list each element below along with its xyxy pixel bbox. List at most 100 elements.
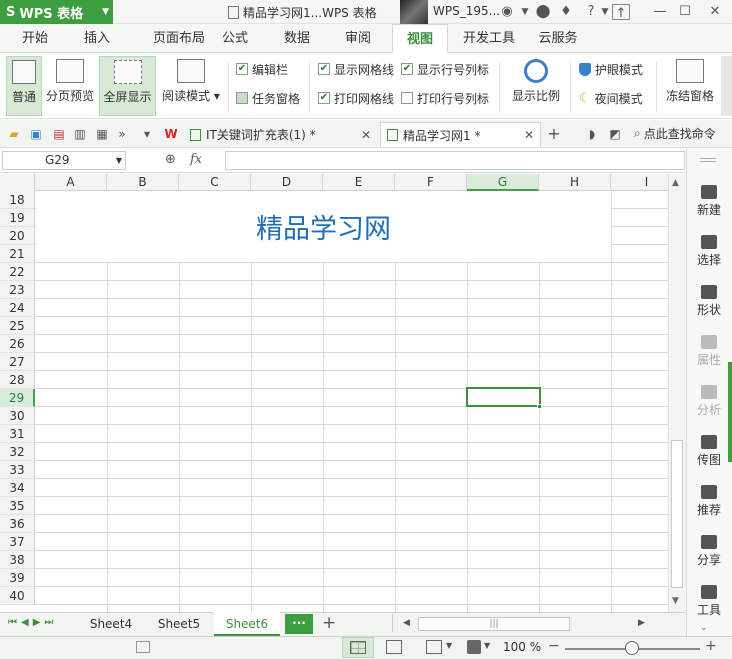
row-header-36[interactable]: 36: [0, 515, 35, 533]
print-icon[interactable]: ▥: [72, 126, 88, 142]
sheet-tab-sheet6[interactable]: Sheet6: [214, 612, 280, 636]
chevron-down-icon[interactable]: ▼: [116, 152, 122, 169]
tab-formulas[interactable]: 公式: [210, 24, 260, 53]
print-preview-icon[interactable]: ▦: [94, 126, 110, 142]
close-icon[interactable]: ✕: [706, 3, 724, 21]
fullscreen-button[interactable]: 全屏显示: [99, 56, 156, 116]
print-gridlines-checkbox[interactable]: ✔ 打印网格线: [318, 90, 394, 106]
row-header-24[interactable]: 24: [0, 299, 35, 317]
reading-mode-button[interactable]: 阅读模式 ▾: [160, 56, 222, 116]
page-break-view-icon[interactable]: [386, 640, 402, 654]
show-headers-checkbox[interactable]: ✔ 显示行号列标: [401, 61, 489, 77]
column-header-e[interactable]: E: [323, 174, 395, 191]
panel-item-upload-image[interactable]: 传图: [686, 435, 732, 468]
row-header-37[interactable]: 37: [0, 533, 35, 551]
scroll-up-icon[interactable]: ▲: [672, 178, 679, 188]
close-icon[interactable]: ✕: [524, 128, 534, 142]
fill-handle[interactable]: [537, 404, 542, 409]
page-break-preview-button[interactable]: 分页预览: [44, 56, 96, 116]
close-icon[interactable]: ✕: [361, 128, 371, 142]
zoom-in-icon[interactable]: +: [705, 638, 717, 654]
more-commands-icon[interactable]: »: [114, 126, 130, 142]
ribbon-scroll-handle[interactable]: [721, 56, 732, 116]
row-header-29[interactable]: 29: [0, 389, 35, 407]
wps-home-icon[interactable]: W: [163, 126, 179, 142]
eye-protection-icon[interactable]: [467, 640, 481, 654]
view-normal-button[interactable]: [342, 637, 374, 658]
freeze-panes-button[interactable]: 冻结窗格: [662, 56, 718, 116]
selected-cell[interactable]: [466, 387, 541, 407]
panel-item-select[interactable]: 选择: [686, 235, 732, 268]
zoom-slider-knob[interactable]: [625, 641, 639, 655]
sheet-tab-sheet5[interactable]: Sheet5: [146, 612, 212, 636]
tab-view[interactable]: 视图: [392, 24, 448, 54]
tab-home[interactable]: 开始: [10, 24, 60, 53]
name-box[interactable]: G29 ▼: [2, 151, 126, 170]
vertical-scroll-thumb[interactable]: [671, 440, 683, 588]
tab-cloud-services[interactable]: 云服务: [531, 24, 585, 53]
export-pdf-icon[interactable]: ▤: [51, 126, 67, 142]
user-menu-icon[interactable]: ◉: [498, 3, 516, 21]
row-header-35[interactable]: 35: [0, 497, 35, 515]
checkbox-partial[interactable]: [236, 92, 248, 104]
chevron-down-icon[interactable]: ▼: [484, 641, 490, 650]
zoom-button[interactable]: 显示比例: [508, 56, 564, 116]
restore-layout-icon[interactable]: ↑: [612, 4, 630, 21]
zoom-formula-icon[interactable]: ⊕: [165, 152, 176, 167]
new-tab-icon[interactable]: +: [546, 126, 562, 142]
reading-view-icon[interactable]: [426, 640, 442, 654]
row-header-31[interactable]: 31: [0, 425, 35, 443]
night-mode-button[interactable]: ☾ 夜间模式: [579, 90, 643, 106]
zoom-out-icon[interactable]: −: [548, 638, 560, 654]
user-name[interactable]: WPS_195...: [433, 4, 500, 18]
scroll-right-icon[interactable]: ▶: [638, 618, 645, 628]
chevron-down-icon[interactable]: ▼: [446, 641, 452, 650]
open-folder-icon[interactable]: ▰: [6, 126, 22, 142]
tab-insert[interactable]: 插入: [72, 24, 122, 53]
find-command-button[interactable]: ⌕ 点此查找命令: [634, 125, 716, 142]
checkbox-checked[interactable]: ✔: [401, 63, 413, 75]
row-header-21[interactable]: 21: [0, 245, 35, 263]
scroll-down-icon[interactable]: ▼: [672, 596, 679, 606]
show-gridlines-checkbox[interactable]: ✔ 显示网格线: [318, 61, 394, 77]
column-header-a[interactable]: A: [35, 174, 107, 191]
chevron-down-icon[interactable]: ▼: [516, 3, 534, 21]
scroll-left-icon[interactable]: ◀: [403, 618, 410, 628]
panel-item-share[interactable]: 分享: [686, 535, 732, 568]
row-header-23[interactable]: 23: [0, 281, 35, 299]
column-header-h[interactable]: H: [539, 174, 611, 191]
row-header-19[interactable]: 19: [0, 209, 35, 227]
row-header-34[interactable]: 34: [0, 479, 35, 497]
doc-tab-jingpin[interactable]: 精品学习网1 * ✕: [380, 122, 541, 147]
zoom-level[interactable]: 100 %: [503, 640, 541, 654]
sheet-tab-sheet4[interactable]: Sheet4: [78, 612, 144, 636]
panel-collapse-icon[interactable]: ⌄: [700, 623, 708, 633]
tab-menu-icon[interactable]: ◩: [607, 126, 623, 142]
customize-toolbar-icon[interactable]: ▾: [139, 126, 155, 142]
column-header-c[interactable]: C: [179, 174, 251, 191]
panel-item-tools[interactable]: 工具: [686, 585, 732, 618]
sheet-nav-icons[interactable]: ⏮◀▶⏭: [8, 617, 57, 628]
maximize-icon[interactable]: ☐: [676, 3, 694, 21]
more-sheets-button[interactable]: ···: [285, 614, 313, 634]
checkbox-unchecked[interactable]: ✔: [401, 92, 413, 104]
tab-list-icon[interactable]: ◗: [584, 126, 600, 142]
column-header-g[interactable]: G: [467, 174, 539, 191]
app-menu-button[interactable]: S WPS 表格 ▼: [0, 0, 113, 24]
task-pane-checkbox[interactable]: 任务窗格: [236, 90, 300, 106]
horizontal-scroll-thumb[interactable]: |||: [418, 617, 570, 631]
row-header-22[interactable]: 22: [0, 263, 35, 281]
tab-developer[interactable]: 开发工具: [458, 24, 520, 53]
record-macro-icon[interactable]: [136, 641, 150, 653]
minimize-icon[interactable]: —: [651, 3, 669, 21]
tab-review[interactable]: 审阅: [333, 24, 383, 53]
doc-tab-it-keywords[interactable]: IT关键词扩充表(1) * ✕: [184, 122, 377, 147]
row-header-26[interactable]: 26: [0, 335, 35, 353]
merged-title-cell[interactable]: 精品学习网: [36, 191, 611, 262]
shirt-icon[interactable]: ♦: [557, 3, 575, 21]
tab-data[interactable]: 数据: [272, 24, 322, 53]
panel-item-shape[interactable]: 形状: [686, 285, 732, 318]
edit-bar-checkbox[interactable]: ✔ 编辑栏: [236, 61, 288, 77]
print-headers-checkbox[interactable]: ✔ 打印行号列标: [401, 90, 489, 106]
normal-view-button[interactable]: 普通: [6, 56, 42, 116]
